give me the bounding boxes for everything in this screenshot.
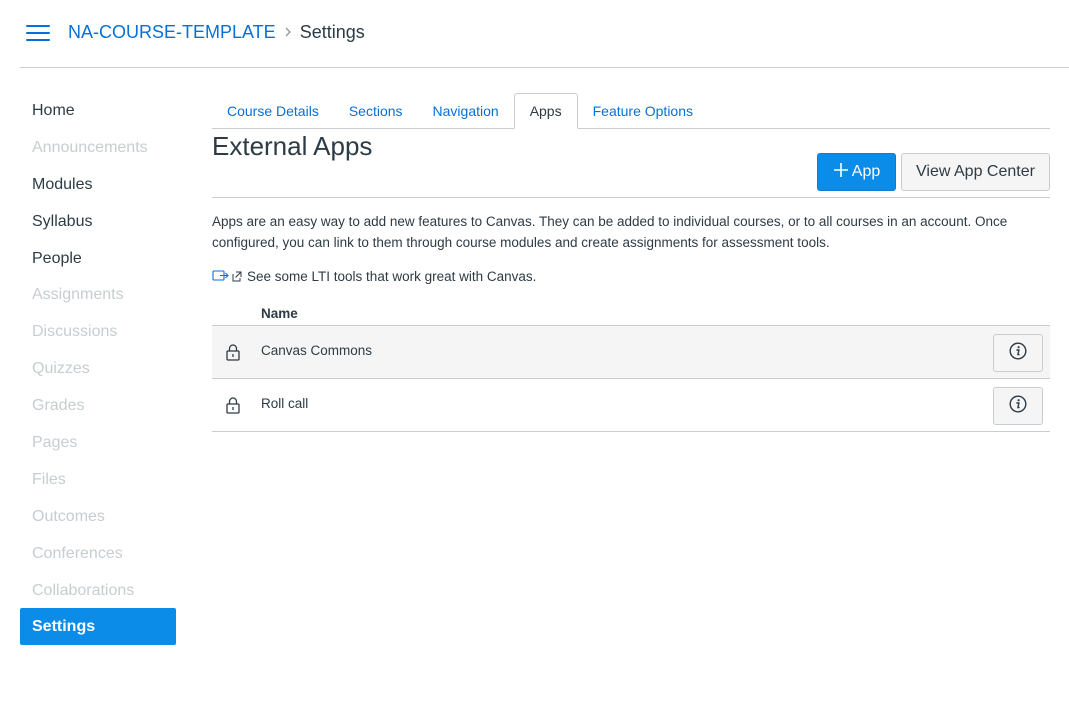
sidebar-item-collaborations[interactable]: Collaborations	[20, 572, 176, 609]
plus-icon	[833, 160, 849, 182]
apps-table: Name Canvas Commons Roll call	[212, 306, 1050, 432]
column-header-name: Name	[261, 306, 298, 321]
info-icon	[1009, 394, 1027, 418]
app-info-button[interactable]	[993, 387, 1043, 425]
lti-tools-link[interactable]: See some LTI tools that work great with …	[212, 267, 1050, 285]
settings-tabs: Course Details Sections Navigation Apps …	[212, 93, 1050, 129]
breadcrumb-course-link[interactable]: NA-COURSE-TEMPLATE	[68, 22, 276, 43]
chevron-right-icon	[284, 27, 292, 37]
page-title: External Apps	[212, 131, 373, 161]
external-link-icon	[212, 269, 242, 283]
sidebar-item-people[interactable]: People	[20, 240, 176, 277]
tab-feature-options[interactable]: Feature Options	[578, 94, 708, 129]
lti-tools-link-text: See some LTI tools that work great with …	[247, 268, 537, 284]
tab-apps[interactable]: Apps	[513, 93, 578, 129]
external-apps-header: External Apps App View App Center	[212, 129, 1050, 198]
sidebar-item-announcements[interactable]: Announcements	[20, 129, 176, 166]
sidebar-item-assignments[interactable]: Assignments	[20, 276, 176, 313]
hamburger-menu-icon[interactable]	[26, 24, 52, 42]
table-header: Name	[212, 306, 1050, 326]
lock-icon	[226, 344, 240, 361]
sidebar-item-quizzes[interactable]: Quizzes	[20, 350, 176, 387]
tab-course-details[interactable]: Course Details	[212, 94, 334, 129]
sidebar-item-grades[interactable]: Grades	[20, 387, 176, 424]
tab-navigation[interactable]: Navigation	[418, 94, 514, 129]
info-icon	[1009, 341, 1027, 365]
course-header: NA-COURSE-TEMPLATE Settings	[20, 0, 1069, 68]
add-app-button[interactable]: App	[817, 153, 896, 191]
sidebar-item-home[interactable]: Home	[20, 92, 176, 129]
sidebar-item-conferences[interactable]: Conferences	[20, 535, 176, 572]
lock-icon	[226, 397, 240, 414]
breadcrumb-current-page: Settings	[299, 21, 365, 42]
settings-main: Course Details Sections Navigation Apps …	[212, 93, 1050, 432]
apps-description: Apps are an easy way to add new features…	[212, 214, 1008, 250]
sidebar-item-settings[interactable]: Settings	[20, 608, 176, 646]
course-navigation: Home Announcements Modules Syllabus Peop…	[20, 92, 176, 646]
sidebar-item-discussions[interactable]: Discussions	[20, 313, 176, 350]
sidebar-item-syllabus[interactable]: Syllabus	[20, 203, 176, 240]
view-app-center-button[interactable]: View App Center	[901, 153, 1050, 191]
sidebar-item-files[interactable]: Files	[20, 461, 176, 498]
breadcrumb: NA-COURSE-TEMPLATE Settings	[68, 20, 365, 44]
sidebar-item-outcomes[interactable]: Outcomes	[20, 498, 176, 535]
sidebar-item-modules[interactable]: Modules	[20, 166, 176, 203]
app-info-button[interactable]	[993, 334, 1043, 372]
add-app-label: App	[851, 163, 881, 180]
table-row: Canvas Commons	[212, 326, 1050, 379]
tab-sections[interactable]: Sections	[334, 94, 418, 129]
sidebar-item-pages[interactable]: Pages	[20, 424, 176, 461]
app-name: Canvas Commons	[261, 343, 373, 358]
table-row: Roll call	[212, 379, 1050, 432]
app-name: Roll call	[261, 396, 309, 411]
